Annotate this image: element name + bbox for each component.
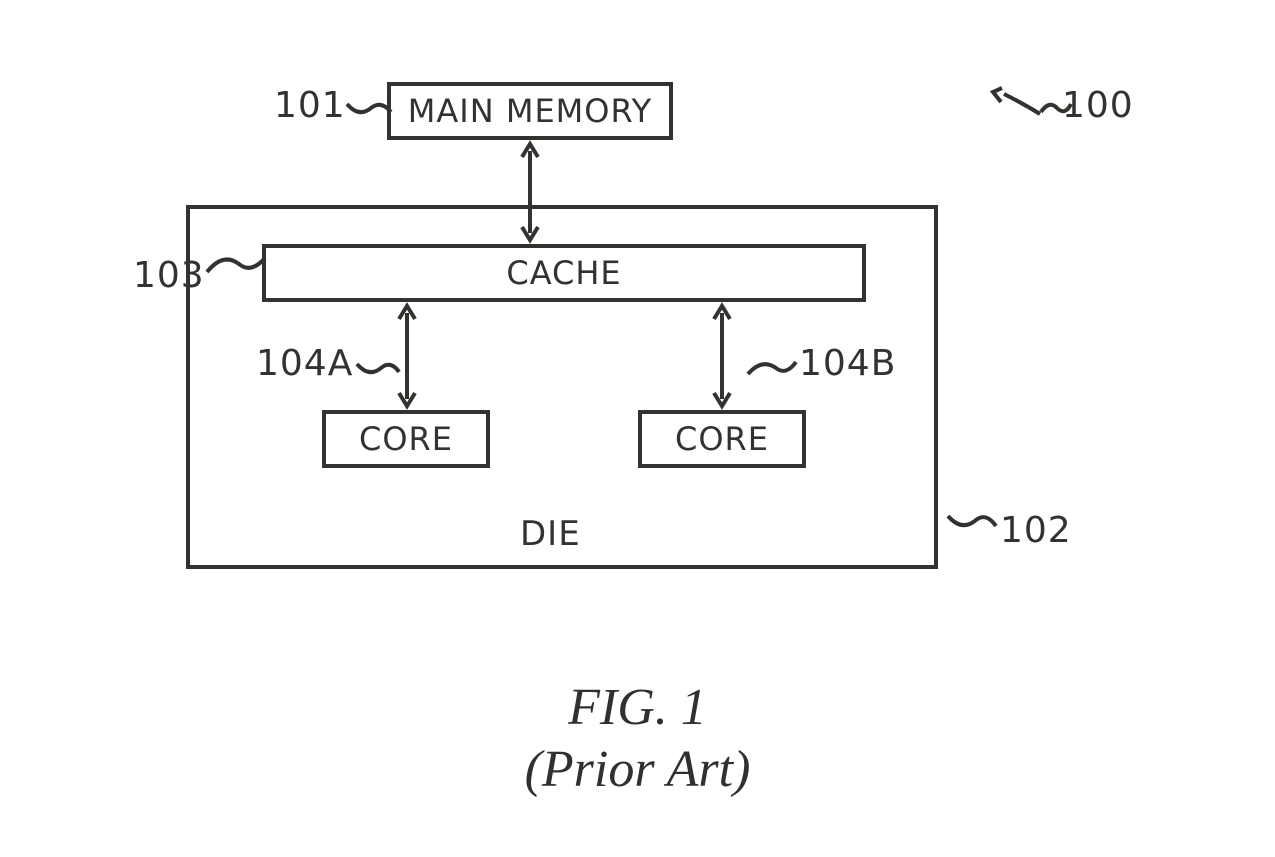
ref-100-label: 100: [1062, 85, 1134, 126]
main-memory-text: MAIN MEMORY: [408, 92, 652, 130]
cache-box: CACHE: [262, 244, 866, 302]
diagram-stage: MAIN MEMORY DIE CACHE CORE CORE: [0, 0, 1275, 857]
ref-101-tilde: [345, 98, 393, 120]
ref-104b-label: 104B: [799, 343, 896, 384]
die-text: DIE: [520, 514, 581, 554]
ref-101-label: 101: [274, 85, 346, 126]
ref-102-tilde: [946, 508, 998, 534]
core-b-box: CORE: [638, 410, 806, 468]
ref-103-label: 103: [133, 255, 205, 296]
cache-text: CACHE: [506, 254, 621, 292]
ref-104a-label: 104A: [256, 343, 353, 384]
core-a-box: CORE: [322, 410, 490, 468]
ref-100-arrow: [988, 84, 1048, 120]
main-memory-box: MAIN MEMORY: [387, 82, 673, 140]
figure-caption-line1: FIG. 1: [0, 678, 1275, 737]
figure-caption-line2: (Prior Art): [0, 740, 1275, 799]
core-b-text: CORE: [675, 420, 769, 458]
core-a-text: CORE: [359, 420, 453, 458]
ref-102-label: 102: [1000, 510, 1072, 551]
